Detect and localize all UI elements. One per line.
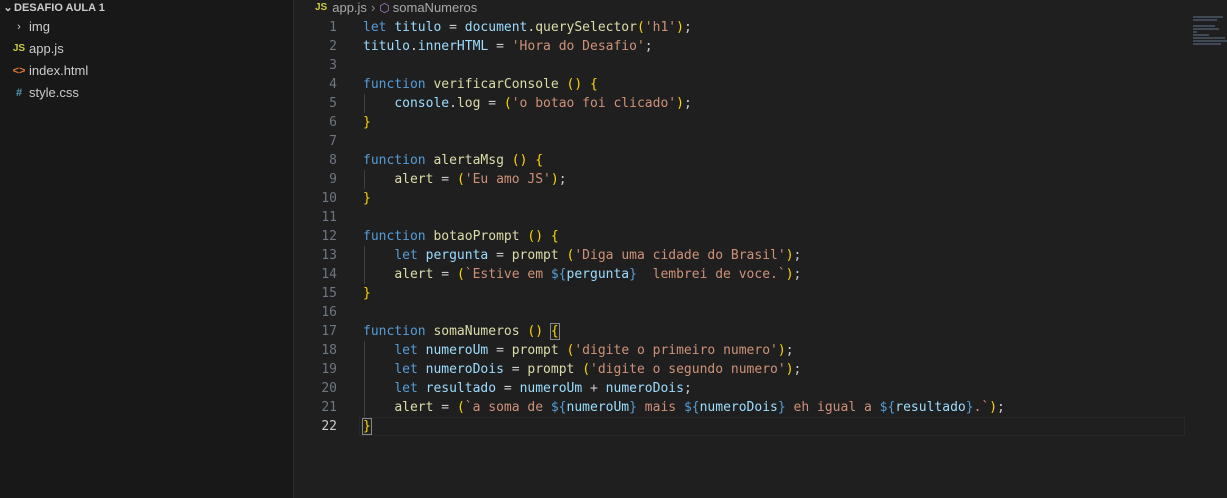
chevron-right-icon: › xyxy=(17,21,21,33)
code-text[interactable]: let numeroUm = prompt ('digite o primeir… xyxy=(363,341,793,360)
symbol-method-icon: ⬡ xyxy=(379,1,390,15)
breadcrumb: JS app.js › ⬡ somaNumeros xyxy=(315,0,477,16)
code-text[interactable]: } xyxy=(363,189,371,208)
explorer-sidebar: ⌄ DESAFIO AULA 1 › img JS app.js <> inde… xyxy=(0,0,294,498)
tree-item-img[interactable]: › img xyxy=(0,16,293,38)
code-text[interactable]: alert = (`a soma de ${numeroUm} mais ${n… xyxy=(363,398,1005,417)
tree-item-app-js[interactable]: JS app.js xyxy=(0,38,293,60)
tree-item-label: index.html xyxy=(29,63,89,78)
javascript-file-icon: JS xyxy=(315,2,328,13)
line-number: 14 xyxy=(321,267,337,282)
code-text[interactable]: alert = (`Estive em ${pergunta} lembrei … xyxy=(363,265,801,284)
line-number: 11 xyxy=(321,210,337,225)
line-number: 3 xyxy=(329,58,337,73)
line-number: 10 xyxy=(321,191,337,206)
line-number: 7 xyxy=(329,134,337,149)
tree-item-label: app.js xyxy=(29,41,64,56)
line-number: 21 xyxy=(321,400,337,415)
line-number: 6 xyxy=(329,115,337,130)
line-number: 17 xyxy=(321,324,337,339)
css-file-icon: # xyxy=(15,87,23,99)
line-number: 22 xyxy=(321,419,337,434)
code-text[interactable]: } xyxy=(363,284,371,303)
chevron-right-icon: › xyxy=(370,0,376,15)
code-text[interactable]: console.log = ('o botao foi clicado'); xyxy=(363,94,691,113)
line-number: 9 xyxy=(329,172,337,187)
code-text[interactable]: let pergunta = prompt ('Diga uma cidade … xyxy=(363,246,801,265)
chevron-down-icon: ⌄ xyxy=(3,2,13,14)
line-number: 1 xyxy=(329,20,337,35)
code-text[interactable]: let numeroDois = prompt ('digite o segun… xyxy=(363,360,801,379)
minimap[interactable] xyxy=(1193,16,1227,66)
line-number: 12 xyxy=(321,229,337,244)
code-text[interactable]: let titulo = document.querySelector('h1'… xyxy=(363,18,692,37)
tree-item-index-html[interactable]: <> index.html xyxy=(0,60,293,82)
breadcrumb-symbol[interactable]: somaNumeros xyxy=(393,0,478,16)
line-number: 15 xyxy=(321,286,337,301)
folder-title: DESAFIO AULA 1 xyxy=(14,2,105,14)
explorer-folder-header[interactable]: ⌄ DESAFIO AULA 1 xyxy=(0,0,293,16)
line-number: 5 xyxy=(329,96,337,111)
code-text[interactable]: function somaNumeros () { xyxy=(363,322,560,341)
line-number: 13 xyxy=(321,248,337,263)
line-number: 2 xyxy=(329,39,337,54)
tree-item-label: style.css xyxy=(29,85,79,100)
code-text[interactable]: alert = ('Eu amo JS'); xyxy=(363,170,566,189)
code-text[interactable]: let resultado = numeroUm + numeroDois; xyxy=(363,379,691,398)
line-number: 8 xyxy=(329,153,337,168)
code-text[interactable]: function botaoPrompt () { xyxy=(363,227,559,246)
code-text[interactable]: function alertaMsg () { xyxy=(363,151,543,170)
breadcrumb-file[interactable]: app.js xyxy=(332,0,367,16)
code-text[interactable]: function verificarConsole () { xyxy=(363,75,598,94)
line-number: 20 xyxy=(321,381,337,396)
current-line-highlight xyxy=(359,417,1185,436)
line-number: 18 xyxy=(321,343,337,358)
line-number: 16 xyxy=(321,305,337,320)
line-number: 19 xyxy=(321,362,337,377)
tree-item-style-css[interactable]: # style.css xyxy=(0,82,293,104)
code-text[interactable]: } xyxy=(363,113,371,132)
tree-item-label: img xyxy=(29,19,50,34)
code-text[interactable]: titulo.innerHTML = 'Hora do Desafio'; xyxy=(363,37,653,56)
code-editor[interactable]: JS app.js › ⬡ somaNumeros 1 let titulo = … xyxy=(295,0,1227,498)
line-number: 4 xyxy=(329,77,337,92)
code-text[interactable]: } xyxy=(362,417,372,436)
html-file-icon: <> xyxy=(12,65,26,77)
javascript-file-icon: JS xyxy=(12,43,26,54)
